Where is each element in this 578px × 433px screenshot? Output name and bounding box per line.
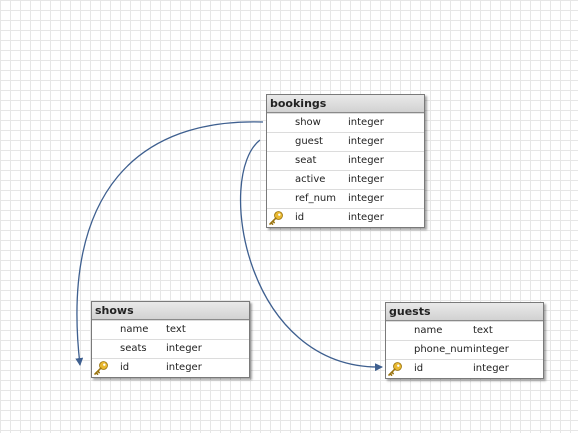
- table-title[interactable]: shows: [92, 302, 249, 320]
- column-name: seat: [295, 155, 317, 166]
- column-name: name: [414, 325, 443, 336]
- column-type: integer: [348, 117, 384, 128]
- column-row-id[interactable]: id integer: [386, 359, 543, 378]
- column-name: phone_num: [414, 344, 473, 355]
- column-row-id[interactable]: id integer: [92, 358, 249, 377]
- column-name: guest: [295, 136, 323, 147]
- column-type: integer: [348, 136, 384, 147]
- column-name: show: [295, 117, 321, 128]
- column-row-ref-num[interactable]: ref_num integer: [267, 189, 424, 208]
- column-row-active[interactable]: active integer: [267, 170, 424, 189]
- table-shows[interactable]: shows name text seats integer id integer: [91, 301, 250, 378]
- column-row-show[interactable]: show integer: [267, 113, 424, 132]
- column-name: seats: [120, 343, 147, 354]
- key-icon: [94, 361, 108, 375]
- column-row-phone-num[interactable]: phone_num integer: [386, 340, 543, 359]
- key-icon: [269, 211, 283, 225]
- column-type: integer: [166, 362, 202, 373]
- column-row-seats[interactable]: seats integer: [92, 339, 249, 358]
- column-name: id: [120, 362, 130, 373]
- column-type: text: [473, 325, 493, 336]
- table-title[interactable]: guests: [386, 303, 543, 321]
- column-row-name[interactable]: name text: [92, 320, 249, 339]
- column-type: integer: [348, 193, 384, 204]
- column-name: ref_num: [295, 193, 336, 204]
- diagram-canvas: bookings show integer guest integer seat…: [0, 0, 578, 433]
- table-guests[interactable]: guests name text phone_num integer id in…: [385, 302, 544, 379]
- column-name: id: [295, 212, 305, 223]
- column-name: id: [414, 363, 424, 374]
- column-type: integer: [473, 344, 509, 355]
- column-type: integer: [166, 343, 202, 354]
- column-row-guest[interactable]: guest integer: [267, 132, 424, 151]
- table-title[interactable]: bookings: [267, 95, 424, 113]
- column-name: active: [295, 174, 326, 185]
- column-type: integer: [348, 212, 384, 223]
- column-type: integer: [348, 174, 384, 185]
- column-row-name[interactable]: name text: [386, 321, 543, 340]
- column-type: integer: [473, 363, 509, 374]
- column-name: name: [120, 324, 149, 335]
- key-icon: [388, 362, 402, 376]
- column-type: text: [166, 324, 186, 335]
- table-bookings[interactable]: bookings show integer guest integer seat…: [266, 94, 425, 228]
- column-row-id[interactable]: id integer: [267, 208, 424, 227]
- column-type: integer: [348, 155, 384, 166]
- column-row-seat[interactable]: seat integer: [267, 151, 424, 170]
